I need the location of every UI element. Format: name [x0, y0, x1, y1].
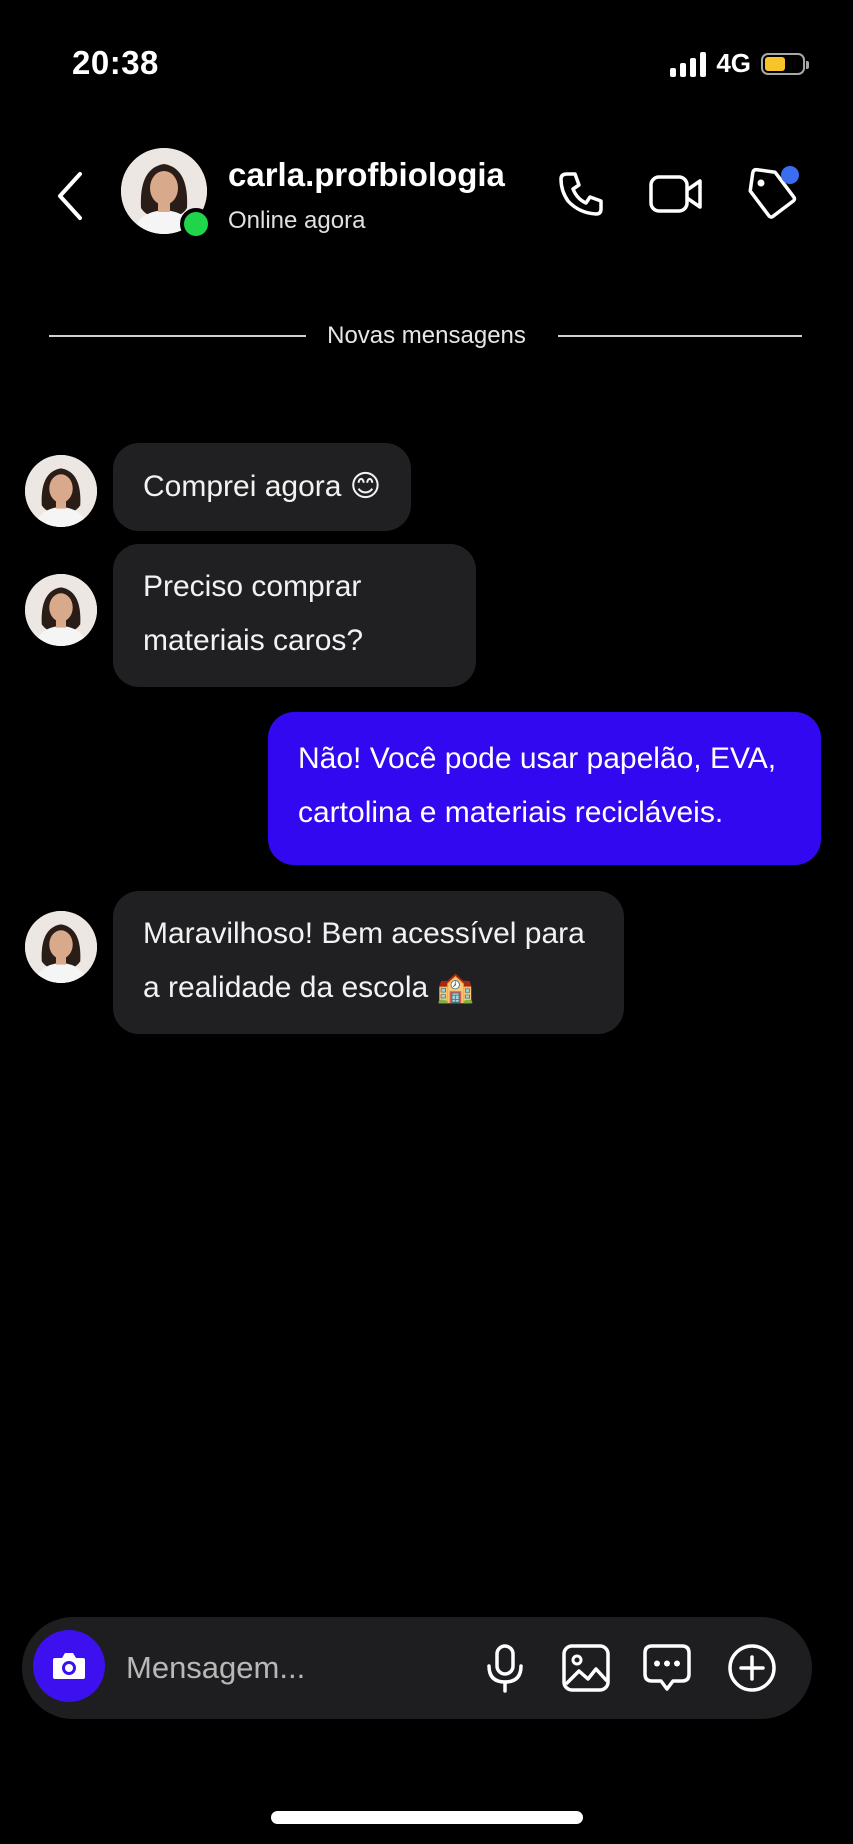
contact-username[interactable]: carla.profbiologia	[228, 156, 505, 194]
call-button[interactable]	[553, 166, 609, 222]
camera-icon	[53, 1653, 85, 1679]
message-bubble-incoming[interactable]: Comprei agora 😊	[113, 443, 412, 531]
battery-icon	[761, 52, 809, 75]
image-icon	[562, 1644, 610, 1692]
plus-circle-icon	[728, 1644, 776, 1692]
message-avatar[interactable]	[25, 455, 97, 527]
message-bubble-incoming[interactable]: Maravilhoso! Bem acessível para a realid…	[113, 891, 624, 1034]
signal-icon	[670, 51, 707, 77]
message-line: Não! Você pode usar papelão, EVA,	[298, 742, 777, 775]
notification-dot	[781, 166, 799, 184]
message-bubble-incoming[interactable]: Preciso comprar materiais caros?	[113, 544, 476, 687]
microphone-icon	[487, 1644, 523, 1693]
gallery-button[interactable]	[559, 1641, 613, 1695]
status-indicators: 4G	[670, 48, 809, 79]
chat-options-button[interactable]	[640, 1641, 694, 1695]
chat-bubble-icon	[643, 1644, 691, 1691]
home-indicator[interactable]	[271, 1811, 583, 1824]
add-button[interactable]	[725, 1641, 779, 1695]
contact-status: Online agora	[228, 207, 366, 234]
avatar-photo	[25, 455, 97, 527]
message-line: Preciso comprar	[143, 570, 362, 603]
message-avatar[interactable]	[25, 911, 97, 983]
video-call-button[interactable]	[648, 166, 704, 222]
message-line: materiais caros?	[143, 624, 364, 657]
message-line: cartolina e materiais recicláveis.	[298, 796, 724, 829]
video-camera-icon	[649, 175, 702, 213]
back-button[interactable]	[50, 166, 90, 226]
message-line: a realidade da escola 🏫	[143, 971, 474, 1004]
voice-message-button[interactable]	[478, 1641, 532, 1695]
network-type: 4G	[716, 48, 751, 78]
message-avatar[interactable]	[25, 574, 97, 646]
chevron-left-icon	[58, 172, 82, 220]
status-time: 20:38	[72, 44, 159, 81]
avatar-photo	[25, 911, 97, 983]
message-bubble-outgoing[interactable]: Não! Você pode usar papelão, EVA, cartol…	[268, 712, 821, 865]
phone-icon	[559, 172, 603, 216]
message-line: Maravilhoso! Bem acessível para	[143, 917, 585, 950]
message-input[interactable]	[124, 1645, 458, 1691]
message-text: Comprei agora 😊	[143, 470, 382, 503]
camera-button[interactable]	[33, 1630, 105, 1702]
new-messages-divider: Novas mensagens	[0, 322, 853, 350]
battery-level	[765, 56, 785, 71]
online-indicator	[180, 208, 212, 240]
avatar-photo	[25, 574, 97, 646]
new-messages-label: Novas mensagens	[311, 322, 542, 349]
